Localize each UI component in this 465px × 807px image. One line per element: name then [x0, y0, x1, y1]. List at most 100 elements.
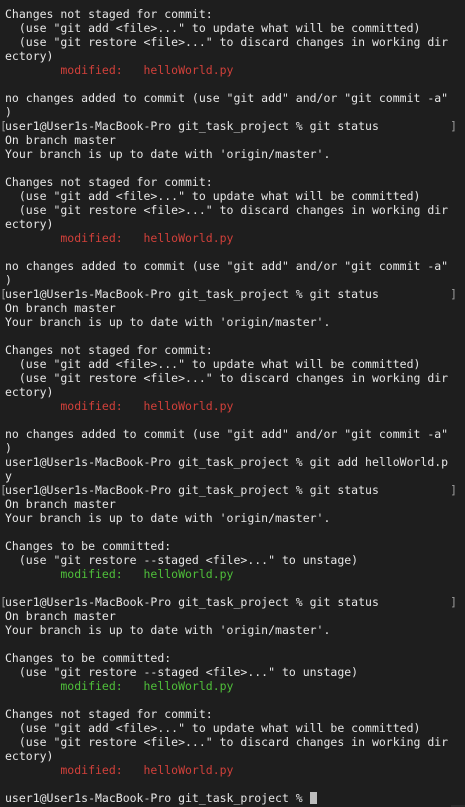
- line-text: (use "git add <file>..." to update what …: [5, 189, 421, 203]
- line-text: (use "git restore --staged <file>..." to…: [5, 665, 359, 679]
- terminal-line: modified: helloWorld.py: [0, 679, 465, 693]
- terminal-line: user1@User1s-MacBook-Pro git_task_projec…: [0, 455, 465, 469]
- mark-bracket-left: [: [0, 119, 7, 133]
- terminal-line: (use "git add <file>..." to update what …: [0, 189, 465, 203]
- terminal-line: (use "git add <file>..." to update what …: [0, 21, 465, 35]
- line-text: user1@User1s-MacBook-Pro git_task_projec…: [5, 595, 379, 609]
- line-text: user1@User1s-MacBook-Pro git_task_projec…: [5, 791, 310, 805]
- mark-bracket-right: ]: [450, 483, 457, 497]
- line-text: no changes added to commit (use "git add…: [5, 427, 449, 441]
- line-text: (use "git restore <file>..." to discard …: [5, 203, 449, 217]
- terminal-line: (use "git restore --staged <file>..." to…: [0, 665, 465, 679]
- line-text: no changes added to commit (use "git add…: [5, 259, 449, 273]
- line-text: user1@User1s-MacBook-Pro git_task_projec…: [5, 119, 379, 133]
- terminal-line: Changes not staged for commit:: [0, 7, 465, 21]
- terminal-line: (use "git restore <file>..." to discard …: [0, 371, 465, 385]
- terminal-line: ectory): [0, 385, 465, 399]
- terminal-line: Changes not staged for commit:: [0, 175, 465, 189]
- terminal-line: no changes added to commit (use "git add…: [0, 427, 465, 441]
- line-text: user1@User1s-MacBook-Pro git_task_projec…: [5, 455, 449, 469]
- terminal-line: modified: helloWorld.py: [0, 763, 465, 777]
- line-text: ): [5, 441, 12, 455]
- terminal-line: ): [0, 105, 465, 119]
- line-text: On branch master: [5, 301, 116, 315]
- mark-bracket-left: [: [0, 595, 7, 609]
- terminal-line: modified: helloWorld.py: [0, 63, 465, 77]
- line-text: y: [5, 469, 12, 483]
- terminal-line: [user1@User1s-MacBook-Pro git_task_proje…: [0, 595, 465, 609]
- line-text: (use "git restore <file>..." to discard …: [5, 35, 449, 49]
- terminal-line: ectory): [0, 49, 465, 63]
- terminal-line: (use "git add <file>..." to update what …: [0, 721, 465, 735]
- terminal-line: Your branch is up to date with 'origin/m…: [0, 315, 465, 329]
- terminal-line: no changes added to commit (use "git add…: [0, 259, 465, 273]
- terminal-line: ectory): [0, 749, 465, 763]
- mark-bracket-right: ]: [450, 595, 457, 609]
- terminal-line: (use "git restore <file>..." to discard …: [0, 735, 465, 749]
- terminal-line: Changes not staged for commit:: [0, 707, 465, 721]
- terminal-line: Changes to be committed:: [0, 539, 465, 553]
- terminal-line: Your branch is up to date with 'origin/m…: [0, 147, 465, 161]
- mark-bracket-left: [: [0, 287, 7, 301]
- mark-bracket-right: ]: [450, 119, 457, 133]
- terminal-line: On branch master: [0, 301, 465, 315]
- line-text: Changes to be committed:: [5, 539, 172, 553]
- line-text: ectory): [5, 385, 54, 399]
- line-text: no changes added to commit (use "git add…: [5, 91, 449, 105]
- line-text: Your branch is up to date with 'origin/m…: [5, 315, 331, 329]
- prompt-line[interactable]: user1@User1s-MacBook-Pro git_task_projec…: [0, 791, 465, 805]
- line-text: (use "git add <file>..." to update what …: [5, 21, 421, 35]
- terminal-line: ectory): [0, 217, 465, 231]
- line-text: Changes not staged for commit:: [5, 7, 213, 21]
- terminal-line: (use "git add <file>..." to update what …: [0, 357, 465, 371]
- terminal-line: On branch master: [0, 133, 465, 147]
- terminal-line: modified: helloWorld.py: [0, 567, 465, 581]
- line-text: Your branch is up to date with 'origin/m…: [5, 623, 331, 637]
- line-text: ectory): [5, 749, 54, 763]
- line-text: On branch master: [5, 133, 116, 147]
- terminal-line: On branch master: [0, 497, 465, 511]
- terminal-output[interactable]: Changes not staged for commit: (use "git…: [0, 7, 465, 807]
- terminal-line: [user1@User1s-MacBook-Pro git_task_proje…: [0, 287, 465, 301]
- line-text: (use "git restore <file>..." to discard …: [5, 735, 449, 749]
- terminal-line: modified: helloWorld.py: [0, 399, 465, 413]
- terminal-line: (use "git restore <file>..." to discard …: [0, 35, 465, 49]
- terminal-line: ): [0, 273, 465, 287]
- file-status-red: modified: helloWorld.py: [5, 399, 234, 413]
- line-text: (use "git add <file>..." to update what …: [5, 721, 421, 735]
- mark-bracket-right: ]: [450, 287, 457, 301]
- line-text: user1@User1s-MacBook-Pro git_task_projec…: [5, 287, 379, 301]
- line-text: Changes not staged for commit:: [5, 175, 213, 189]
- terminal-line: [user1@User1s-MacBook-Pro git_task_proje…: [0, 119, 465, 133]
- line-text: ectory): [5, 217, 54, 231]
- text-cursor: [309, 792, 317, 804]
- file-status-green: modified: helloWorld.py: [5, 567, 234, 581]
- terminal-line: [user1@User1s-MacBook-Pro git_task_proje…: [0, 483, 465, 497]
- line-text: On branch master: [5, 609, 116, 623]
- terminal-line: (use "git restore --staged <file>..." to…: [0, 553, 465, 567]
- terminal-line: Your branch is up to date with 'origin/m…: [0, 623, 465, 637]
- file-status-red: modified: helloWorld.py: [5, 63, 234, 77]
- file-status-red: modified: helloWorld.py: [5, 231, 234, 245]
- terminal-line: Changes not staged for commit:: [0, 343, 465, 357]
- terminal-line: ): [0, 441, 465, 455]
- line-text: user1@User1s-MacBook-Pro git_task_projec…: [5, 483, 379, 497]
- file-status-red: modified: helloWorld.py: [5, 763, 234, 777]
- terminal-line: On branch master: [0, 609, 465, 623]
- line-text: ): [5, 273, 12, 287]
- line-text: (use "git restore --staged <file>..." to…: [5, 553, 359, 567]
- line-text: Changes to be committed:: [5, 651, 172, 665]
- terminal-line: y: [0, 469, 465, 483]
- line-text: Your branch is up to date with 'origin/m…: [5, 147, 331, 161]
- line-text: Your branch is up to date with 'origin/m…: [5, 511, 331, 525]
